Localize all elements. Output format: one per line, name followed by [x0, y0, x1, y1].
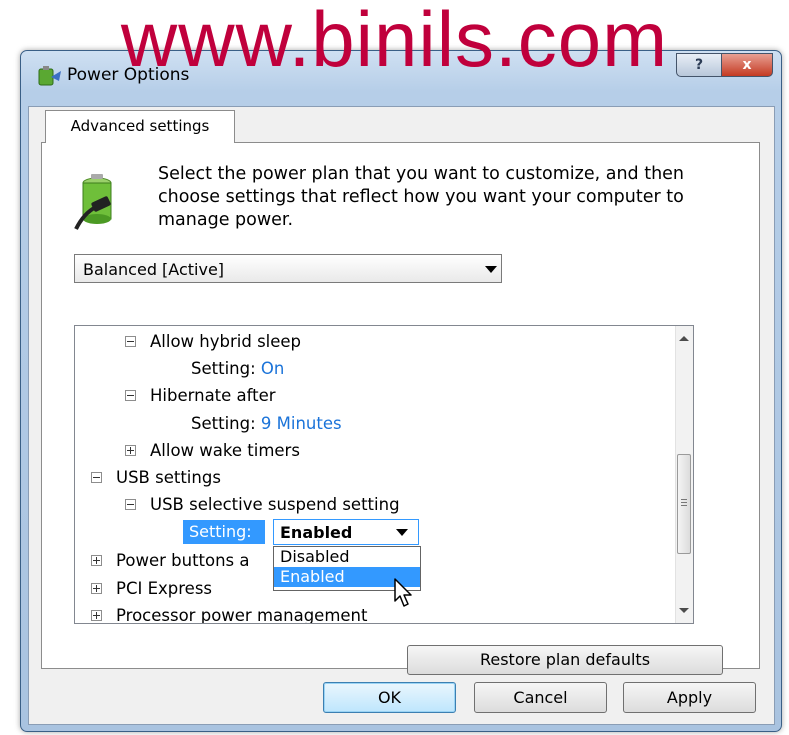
watermark: www.binils.com [120, 0, 669, 83]
tree-item-hibernate-after[interactable]: Hibernate after [125, 382, 276, 409]
option-disabled[interactable]: Disabled [274, 547, 420, 567]
description-text: Select the power plan that you want to c… [158, 164, 685, 230]
dialog-client: Advanced settings Select the power plan … [28, 106, 775, 725]
tree-item-usb-settings[interactable]: USB settings [91, 464, 221, 491]
ok-button[interactable]: OK [323, 682, 456, 713]
tree-item-power-buttons[interactable]: Power buttons a [91, 547, 250, 574]
setting-label-selected: Setting: [183, 520, 265, 544]
tree-item-label: USB selective suspend setting [150, 495, 400, 514]
setting-label: Setting: [191, 414, 256, 433]
cancel-button[interactable]: Cancel [474, 682, 607, 713]
tab-advanced-settings[interactable]: Advanced settings [45, 110, 235, 143]
mouse-cursor-icon [394, 578, 412, 607]
setting-value: On [260, 359, 285, 378]
expand-icon[interactable] [91, 555, 102, 566]
settings-tree[interactable]: Allow hybrid sleep Setting: On Hibernate… [74, 325, 694, 624]
chevron-down-icon [485, 266, 497, 273]
tree-item-label: Processor power management [116, 606, 368, 623]
combobox-value: Enabled [280, 523, 353, 542]
tree-item-processor-power[interactable]: Processor power management [91, 602, 368, 623]
expand-icon[interactable] [125, 445, 136, 456]
apply-button[interactable]: Apply [623, 682, 756, 713]
tree-setting-hibernate[interactable]: Setting: 9 Minutes [191, 410, 342, 437]
restore-plan-defaults-button[interactable]: Restore plan defaults [407, 645, 723, 675]
setting-label: Setting: [191, 359, 256, 378]
tree-item-label: PCI Express [116, 579, 213, 598]
tree-item-label: Power buttons a [116, 551, 250, 570]
power-options-window: Power Options ? x Advanced settings Sele… [20, 50, 782, 732]
collapse-icon[interactable] [125, 499, 136, 510]
grip-icon [681, 502, 687, 503]
grip-icon [681, 499, 687, 500]
tree-item-label: USB settings [116, 468, 221, 487]
setting-value: 9 Minutes [260, 414, 342, 433]
scrollbar-thumb[interactable] [677, 454, 691, 554]
tree-item-allow-hybrid-sleep[interactable]: Allow hybrid sleep [125, 328, 301, 355]
collapse-icon[interactable] [125, 390, 136, 401]
scroll-down-icon[interactable] [679, 608, 689, 613]
tree-item-pci-express[interactable]: PCI Express [91, 575, 212, 602]
collapse-icon[interactable] [125, 336, 136, 347]
usb-setting-combobox[interactable]: Enabled [273, 519, 419, 545]
tab-page: Select the power plan that you want to c… [41, 142, 760, 675]
tree-item-label: Hibernate after [150, 386, 276, 405]
collapse-icon[interactable] [91, 472, 102, 483]
tree-item-label: Allow hybrid sleep [150, 332, 302, 351]
grip-icon [681, 505, 687, 506]
battery-plug-icon [74, 174, 112, 230]
power-plan-dropdown[interactable]: Balanced [Active] [74, 254, 502, 283]
expand-icon[interactable] [91, 610, 102, 621]
power-plan-value: Balanced [Active] [83, 260, 225, 279]
chevron-down-icon [396, 529, 408, 536]
scroll-up-icon[interactable] [679, 336, 689, 341]
tree-item-label: Allow wake timers [150, 441, 300, 460]
expand-icon[interactable] [91, 583, 102, 594]
tree-item-usb-selective-suspend[interactable]: USB selective suspend setting [125, 491, 400, 518]
tree-item-allow-wake-timers[interactable]: Allow wake timers [125, 437, 300, 464]
settings-tree-content: Allow hybrid sleep Setting: On Hibernate… [75, 326, 675, 623]
tree-scrollbar[interactable] [675, 326, 693, 623]
tree-setting-hybrid-sleep[interactable]: Setting: On [191, 355, 284, 382]
